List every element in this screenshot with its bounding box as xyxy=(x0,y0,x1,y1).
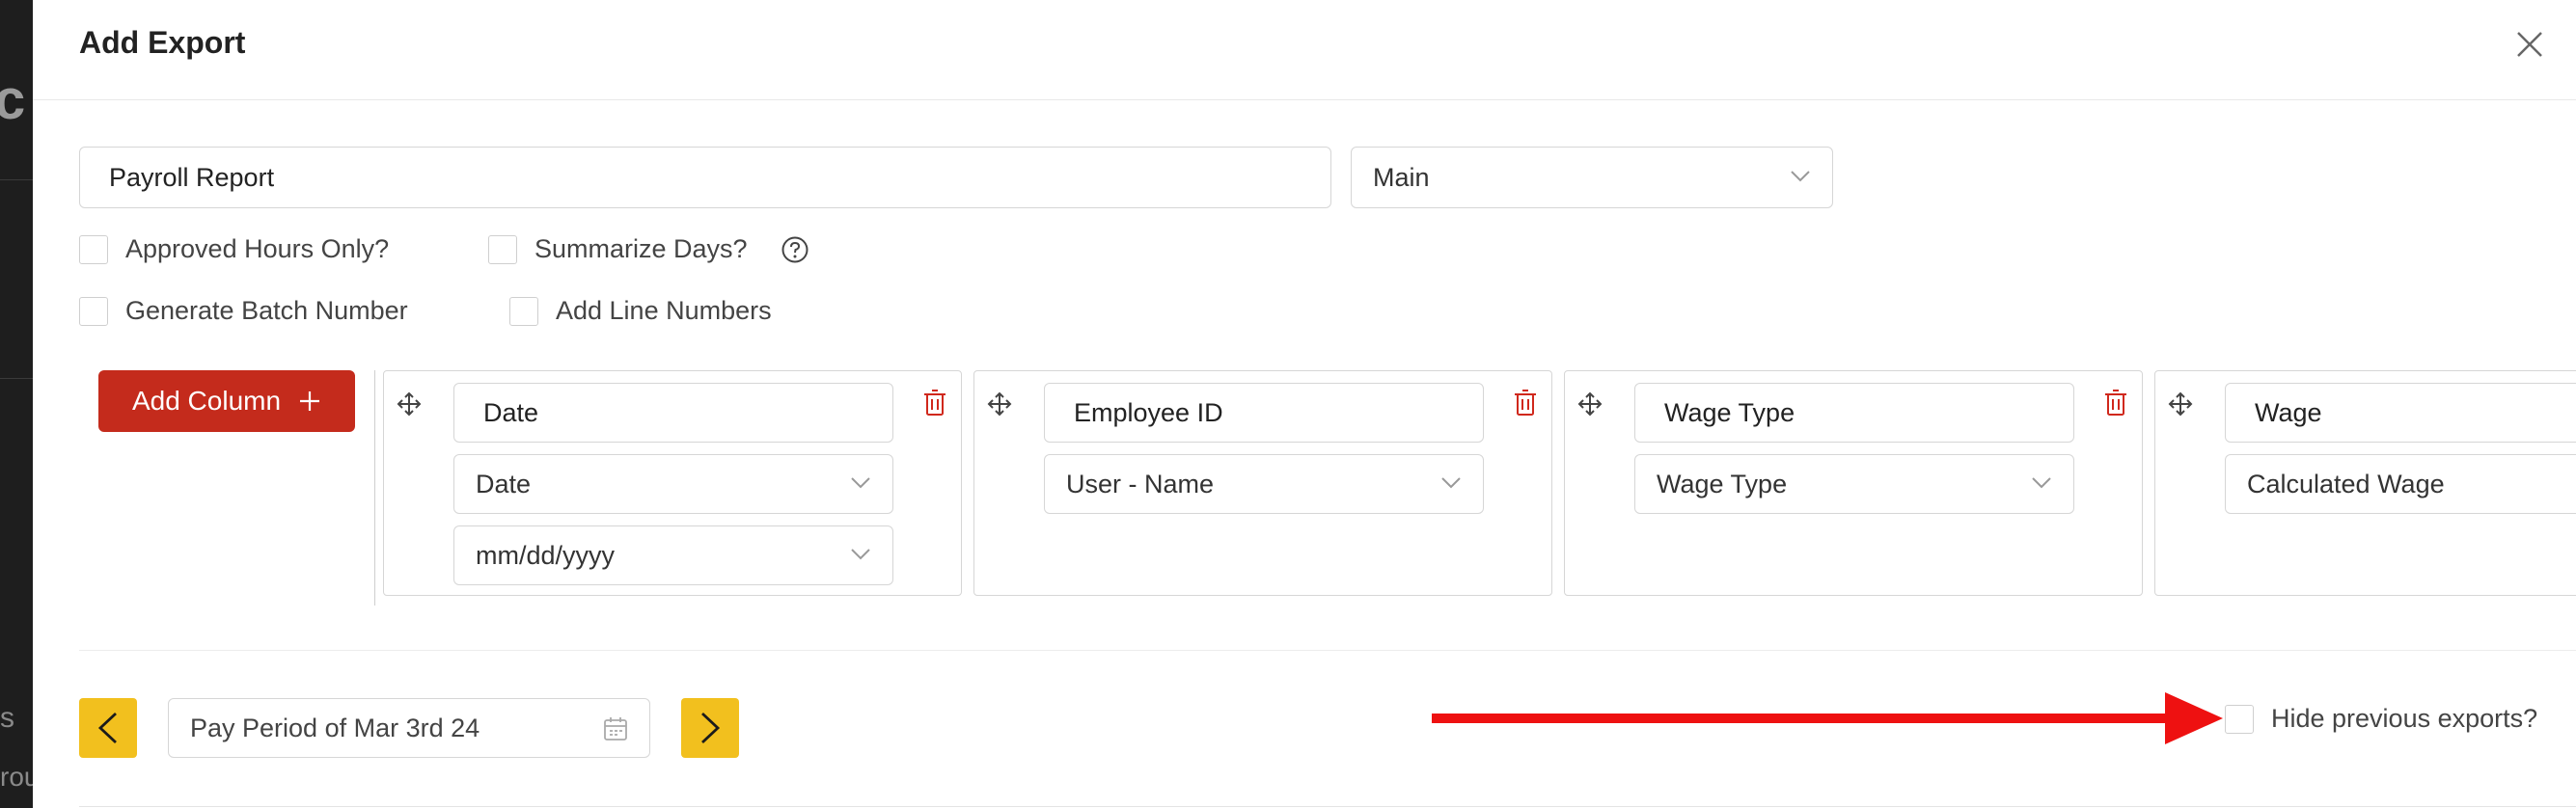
generate-batch-label: Generate Batch Number xyxy=(125,296,408,325)
section-divider xyxy=(79,650,2576,651)
summarize-days-option[interactable]: Summarize Days? xyxy=(488,234,809,264)
add-line-numbers-label: Add Line Numbers xyxy=(556,296,772,325)
hide-previous-exports-checkbox[interactable] xyxy=(2225,704,2254,734)
background-app-strip: c s rou xyxy=(0,0,33,808)
trash-icon[interactable] xyxy=(922,389,947,417)
column-header-value: Date xyxy=(483,397,539,427)
background-text-fragment: s xyxy=(0,702,14,734)
bottom-divider xyxy=(79,806,2576,807)
background-text-fragment: rou xyxy=(0,762,33,792)
column-field-value: Date xyxy=(476,469,532,498)
modal-title: Add Export xyxy=(79,25,246,60)
column-header-input[interactable]: Employee ID xyxy=(1044,383,1484,443)
add-export-modal: Add Export Payroll Report Main Approved … xyxy=(33,0,2576,808)
export-name-value: Payroll Report xyxy=(109,162,275,192)
column-card-2: Employee ID User - Name xyxy=(973,370,1552,596)
chevron-down-icon xyxy=(851,477,870,489)
approved-hours-checkbox[interactable] xyxy=(79,234,108,264)
column-header-value: Wage Type xyxy=(1664,397,1795,427)
calendar-icon xyxy=(604,717,627,741)
add-column-button[interactable]: Add Column xyxy=(98,370,355,432)
chevron-down-icon xyxy=(1441,477,1461,489)
export-name-input[interactable]: Payroll Report xyxy=(79,147,1331,208)
column-format-value: mm/dd/yyyy xyxy=(476,540,616,570)
add-line-numbers-option[interactable]: Add Line Numbers xyxy=(509,296,772,326)
pay-period-input[interactable]: Pay Period of Mar 3rd 24 xyxy=(168,698,650,758)
background-logo-fragment: c xyxy=(0,68,26,131)
close-icon[interactable] xyxy=(2512,27,2547,62)
previous-period-button[interactable] xyxy=(79,698,137,758)
hide-previous-exports-label: Hide previous exports? xyxy=(2271,704,2538,733)
plus-icon xyxy=(300,391,320,411)
generate-batch-checkbox[interactable] xyxy=(79,296,108,326)
background-divider xyxy=(0,378,33,379)
column-field-value: User - Name xyxy=(1066,469,1215,498)
column-header-value: Wage xyxy=(2255,397,2322,427)
template-select[interactable]: Main xyxy=(1351,147,1833,208)
next-period-button[interactable] xyxy=(681,698,739,758)
add-column-label: Add Column xyxy=(131,386,282,416)
column-card-1: Date Date mm/dd/yyyy xyxy=(383,370,962,596)
hide-previous-exports-option[interactable]: Hide previous exports? xyxy=(2225,704,2537,734)
column-card-3: Wage Type Wage Type xyxy=(1564,370,2143,596)
approved-hours-option[interactable]: Approved Hours Only? xyxy=(79,234,389,264)
trash-icon[interactable] xyxy=(2103,389,2128,417)
column-header-input[interactable]: Date xyxy=(453,383,893,443)
trash-icon[interactable] xyxy=(1513,389,1538,417)
chevron-right-icon xyxy=(701,712,721,744)
approved-hours-label: Approved Hours Only? xyxy=(125,234,390,263)
chevron-down-icon xyxy=(1791,171,1810,182)
summarize-days-checkbox[interactable] xyxy=(488,234,517,264)
move-icon[interactable] xyxy=(396,391,423,417)
question-circle-icon[interactable] xyxy=(781,235,809,264)
chevron-down-icon xyxy=(851,549,870,560)
column-header-input[interactable]: Wage Type xyxy=(1634,383,2074,443)
add-line-numbers-checkbox[interactable] xyxy=(509,296,538,326)
column-field-select[interactable]: Wage Type xyxy=(1634,454,2074,514)
summarize-days-label: Summarize Days? xyxy=(534,234,748,263)
column-format-select[interactable]: mm/dd/yyyy xyxy=(453,525,893,585)
column-field-select[interactable]: User - Name xyxy=(1044,454,1484,514)
background-divider xyxy=(0,179,33,180)
column-card-4: Wage Calculated Wage xyxy=(2154,370,2576,596)
column-field-value: Wage Type xyxy=(1657,469,1788,498)
move-icon[interactable] xyxy=(986,391,1013,417)
template-select-value: Main xyxy=(1373,162,1430,192)
column-header-input[interactable]: Wage xyxy=(2225,383,2576,443)
column-field-select[interactable]: Date xyxy=(453,454,893,514)
column-header-value: Employee ID xyxy=(1074,397,1223,427)
column-field-value: Calculated Wage xyxy=(2247,469,2445,498)
move-icon[interactable] xyxy=(2167,391,2194,417)
annotation-arrow-icon xyxy=(1432,692,2223,744)
columns-container: Date Date mm/dd/yyyy Employee ID User - … xyxy=(374,370,2576,606)
chevron-left-icon xyxy=(97,712,117,744)
pay-period-value: Pay Period of Mar 3rd 24 xyxy=(190,713,480,742)
generate-batch-option[interactable]: Generate Batch Number xyxy=(79,296,408,326)
move-icon[interactable] xyxy=(1576,391,1603,417)
header-divider xyxy=(33,99,2576,100)
chevron-down-icon xyxy=(2032,477,2051,489)
column-field-select[interactable]: Calculated Wage xyxy=(2225,454,2576,514)
